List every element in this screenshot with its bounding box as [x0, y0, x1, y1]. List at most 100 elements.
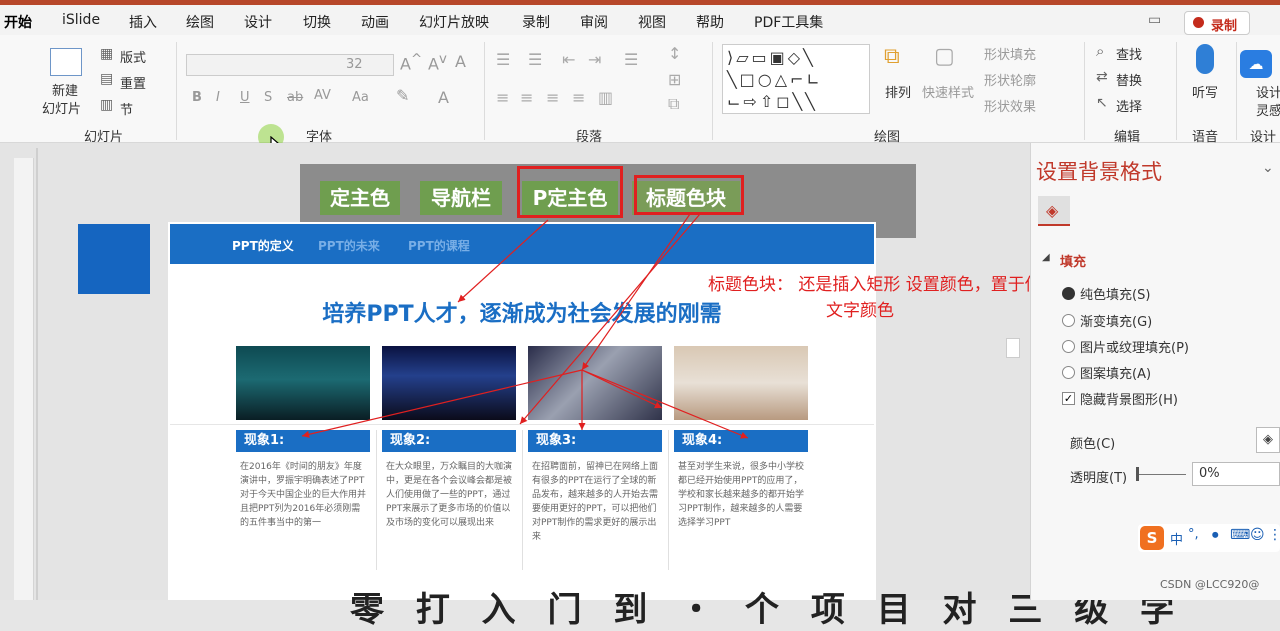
align-text-icon[interactable]: ⊞ — [668, 72, 681, 88]
stage-photo-2[interactable] — [382, 346, 516, 420]
shapes-gallery[interactable]: ⟩▱▭▣◇╲ ╲□○△⌐∟ ⌙⇨⇧◻╲╲ — [722, 44, 870, 114]
tab-review[interactable]: 审阅 — [580, 12, 608, 32]
color-picker-button[interactable]: ◈ — [1256, 427, 1280, 453]
phenomenon-title-1[interactable]: 现象1: — [236, 430, 370, 452]
phenomenon-title-3[interactable]: 现象3: — [528, 430, 662, 452]
radio-gradient-fill[interactable] — [1062, 314, 1075, 327]
underline-button[interactable]: U — [240, 90, 250, 105]
students-photo-4[interactable] — [674, 346, 808, 420]
select-button[interactable]: 选择 — [1116, 96, 1142, 115]
slide-nav-item-courses[interactable]: PPT的课程 — [408, 237, 470, 254]
stage-photo-1[interactable] — [236, 346, 370, 420]
new-slide-label[interactable]: 新建 — [52, 80, 78, 99]
pane-options-icon[interactable]: ⌄ — [1262, 160, 1274, 176]
numbering-icon[interactable]: ☰ — [528, 52, 542, 68]
phenomenon-title-2[interactable]: 现象2: — [382, 430, 516, 452]
ime-user-icon[interactable]: ☺ — [1250, 527, 1265, 543]
new-slide-label-2[interactable]: 幻灯片 — [42, 98, 81, 117]
fill-tab[interactable]: ◈ — [1038, 196, 1070, 226]
ime-toolbar[interactable]: S 中 °, ⏺ ⌨ ☺ ⋮ — [1138, 524, 1280, 552]
slide-nav-item-definition[interactable]: PPT的定义 — [232, 237, 294, 254]
quick-styles-icon[interactable]: ▢ — [934, 46, 955, 68]
align-right-icon[interactable]: ≡ — [546, 90, 559, 106]
clear-format-icon[interactable]: A — [455, 52, 466, 71]
reset-button[interactable]: 重置 — [120, 73, 146, 92]
thumbnail-pane-strip[interactable] — [14, 158, 34, 600]
transparency-input[interactable]: 0% — [1192, 462, 1280, 486]
tag-main-color[interactable]: 定主色 — [320, 181, 400, 215]
change-case-button[interactable]: Aa — [352, 90, 369, 105]
option-gradient-fill[interactable]: 渐变填充(G) — [1080, 311, 1152, 330]
layout-button[interactable]: 版式 — [120, 47, 146, 66]
slide-nav-item-future[interactable]: PPT的未来 — [318, 237, 380, 254]
checkbox-hide-background[interactable]: ✓ — [1062, 392, 1075, 405]
shape-outline-button[interactable]: 形状轮廓 — [984, 70, 1036, 89]
italic-button[interactable]: I — [216, 90, 220, 105]
tab-view[interactable]: 视图 — [638, 12, 666, 32]
tab-record[interactable]: 录制 — [522, 12, 550, 32]
grow-font-icon[interactable]: A^ — [400, 52, 422, 73]
option-solid-fill[interactable]: 纯色填充(S) — [1080, 284, 1150, 303]
comments-icon[interactable]: ▭ — [1148, 13, 1161, 27]
record-button[interactable]: 录制 — [1184, 11, 1250, 35]
phenomenon-title-4[interactable]: 现象4: — [674, 430, 808, 452]
highlight-icon[interactable]: ✎ — [396, 88, 409, 104]
tab-home[interactable]: 开始 — [4, 12, 32, 38]
columns-icon[interactable]: ▥ — [598, 90, 613, 106]
arrange-button[interactable]: 排列 — [885, 82, 911, 101]
designer-ideas-label[interactable]: 灵感 — [1256, 100, 1280, 119]
radio-picture-fill[interactable] — [1062, 340, 1075, 353]
option-hide-background[interactable]: 隐藏背景图形(H) — [1080, 389, 1178, 408]
phenomenon-desc-1[interactable]: 在2016年《时间的朋友》年度演讲中，罗振宇明确表述了PPT对于今天中国企业的巨… — [240, 460, 368, 530]
justify-icon[interactable]: ≡ — [572, 90, 585, 106]
ime-voice-icon[interactable]: ⏺ — [1212, 528, 1219, 543]
phenomenon-desc-2[interactable]: 在大众眼里，万众瞩目的大咖演中，更是在各个会议峰会都是被人们使用做了一些的PPT… — [386, 460, 514, 530]
ime-mode-label[interactable]: 中 — [1170, 529, 1183, 548]
shadow-button[interactable]: S — [264, 90, 272, 105]
font-size-value[interactable]: 32 — [346, 57, 363, 72]
tab-animations[interactable]: 动画 — [361, 12, 389, 32]
designer-button[interactable]: 设计 — [1256, 82, 1280, 101]
tab-pdf-tools[interactable]: PDF工具集 — [754, 12, 823, 32]
bold-button[interactable]: B — [192, 90, 202, 105]
option-picture-fill[interactable]: 图片或纹理填充(P) — [1080, 337, 1189, 356]
tab-help[interactable]: 帮助 — [696, 12, 724, 32]
section-button[interactable]: 节 — [120, 99, 133, 118]
tab-islide[interactable]: iSlide — [62, 12, 100, 28]
new-slide-icon[interactable] — [50, 48, 82, 76]
bullets-icon[interactable]: ☰ — [496, 52, 510, 68]
option-pattern-fill[interactable]: 图案填充(A) — [1080, 363, 1151, 382]
shape-fill-button[interactable]: 形状填充 — [984, 44, 1036, 63]
arrange-icon[interactable]: ⧉ — [884, 46, 900, 68]
char-spacing-button[interactable]: AV — [314, 88, 331, 103]
sogou-logo-icon[interactable]: S — [1140, 526, 1164, 550]
tag-navbar[interactable]: 导航栏 — [420, 181, 502, 215]
tab-design[interactable]: 设计 — [244, 12, 272, 32]
font-name-box[interactable] — [186, 54, 394, 76]
ime-keyboard-icon[interactable]: ⌨ — [1230, 527, 1250, 543]
fill-section-label[interactable]: 填充 — [1060, 251, 1086, 270]
blue-square-shape[interactable] — [78, 224, 150, 294]
align-center-icon[interactable]: ≡ — [520, 90, 533, 106]
tab-transitions[interactable]: 切换 — [303, 12, 331, 32]
strikethrough-button[interactable]: ab — [287, 90, 303, 105]
ime-punct-icon[interactable]: °, — [1188, 527, 1199, 542]
increase-indent-icon[interactable]: ⇥ — [588, 52, 601, 68]
phenomenon-desc-3[interactable]: 在招聘面前，留神已在网络上面有很多的PPT在运行了全球的新品发布，越来越多的人开… — [532, 460, 660, 544]
replace-button[interactable]: 替换 — [1116, 70, 1142, 89]
radio-pattern-fill[interactable] — [1062, 366, 1075, 379]
cloud-app-icon[interactable]: ☁ — [1240, 50, 1272, 78]
tab-draw[interactable]: 绘图 — [186, 12, 214, 32]
decrease-indent-icon[interactable]: ⇤ — [562, 52, 575, 68]
phenomenon-desc-4[interactable]: 甚至对学生来说，很多中小学校都已经开始使用PPT的应用了，学校和家长越来越多的都… — [678, 460, 806, 530]
text-direction-icon[interactable]: ↕ — [668, 46, 681, 62]
microphone-icon[interactable] — [1196, 44, 1214, 74]
speaker-photo-3[interactable] — [528, 346, 662, 420]
vertical-scroll-thumb[interactable] — [1006, 338, 1020, 358]
font-color-button[interactable]: A — [438, 88, 449, 107]
radio-solid-fill[interactable] — [1062, 287, 1075, 300]
transparency-slider[interactable] — [1136, 474, 1186, 475]
tab-insert[interactable]: 插入 — [129, 12, 157, 32]
tab-slideshow[interactable]: 幻灯片放映 — [419, 12, 489, 32]
find-button[interactable]: 查找 — [1116, 44, 1142, 63]
